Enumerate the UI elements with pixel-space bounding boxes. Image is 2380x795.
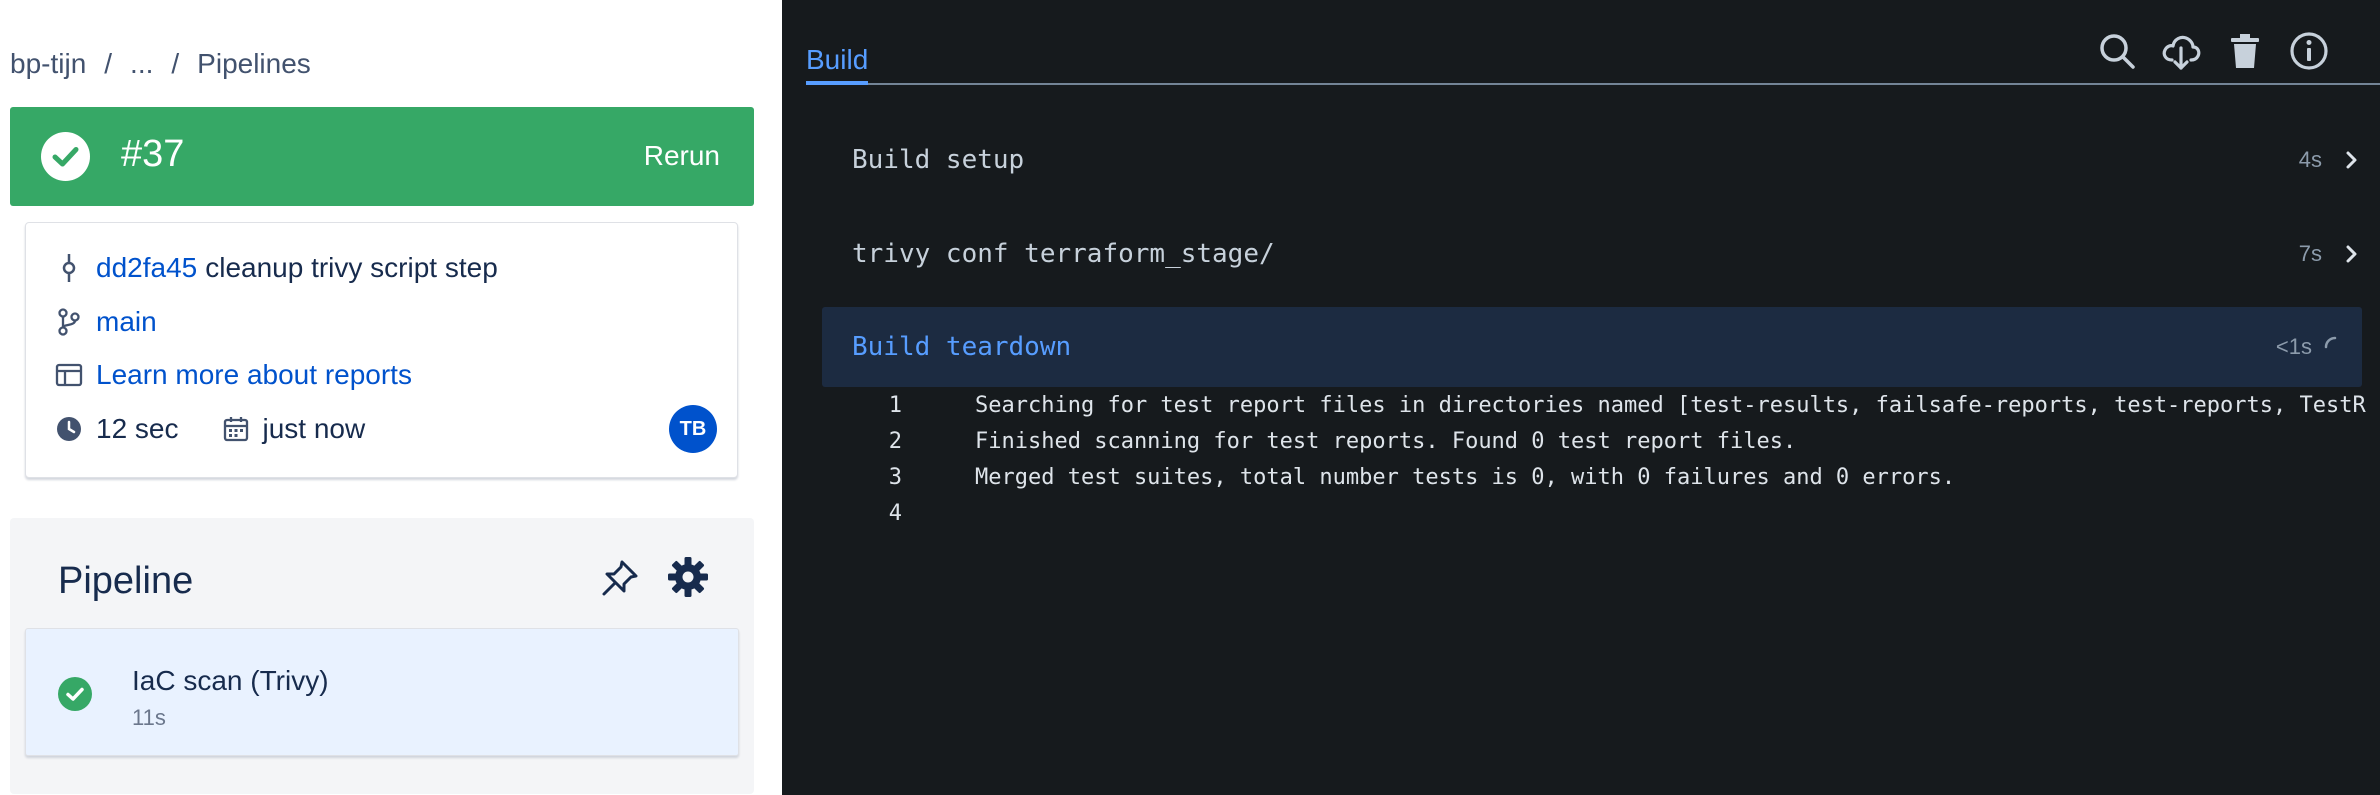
pipeline-step-card[interactable]: IaC scan (Trivy) 11s [25,628,739,756]
section-title: Build setup [852,145,1025,175]
learn-more-reports-link[interactable]: Learn more about reports [96,359,412,391]
run-number: #37 [121,133,185,175]
tab-build[interactable]: Build [806,44,868,76]
tab-active-indicator [806,81,868,85]
search-icon[interactable] [2096,30,2138,72]
step-duration: 11s [132,705,166,730]
commit-message: cleanup trivy script step [205,252,498,283]
pipeline-panel: Pipeline IaC scan (Trivy) 11s [10,518,754,794]
commit-row: dd2fa45 cleanup trivy script step [52,251,498,285]
breadcrumb-separator: / [104,48,113,79]
line-number: 1 [888,393,902,418]
breadcrumb: bp-tijn / ... / Pipelines [10,48,311,80]
time-ago: just now [219,412,366,446]
log-line: 1 Searching for test report files in dir… [822,393,2366,429]
branch-row: main [52,305,157,339]
section-title: trivy conf terraform_stage/ [852,239,1275,269]
log-line: 4 [822,501,902,537]
commit-icon [52,251,86,285]
success-check-icon [41,132,90,181]
run-meta-row: 12 sec just now [52,412,405,446]
calendar-icon [219,412,253,446]
spinner-icon [2322,334,2348,360]
section-duration: 4s [2298,147,2322,172]
duration: 12 sec [52,412,179,446]
trash-icon[interactable] [2224,30,2266,72]
duration-value: 12 sec [96,413,179,444]
section-duration: 7s [2298,241,2322,266]
chevron-right-icon [2340,243,2362,265]
pin-icon[interactable] [598,556,642,600]
line-text: Merged test suites, total number tests i… [975,465,1956,490]
breadcrumb-item-pipelines[interactable]: Pipelines [197,48,311,80]
branch-icon [52,305,86,339]
clock-icon [52,412,86,446]
build-log-panel: Build Build setup 4s trivy conf terrafor… [782,0,2380,795]
reports-row: Learn more about reports [52,358,412,392]
time-ago-value: just now [262,413,366,444]
branch-link[interactable]: main [96,306,157,338]
step-name: IaC scan (Trivy) [132,665,329,696]
commit-hash-link[interactable]: dd2fa45 [96,252,197,284]
line-text: Finished scanning for test reports. Foun… [975,429,1797,454]
run-info-card: dd2fa45 cleanup trivy script step main L… [25,222,738,478]
log-section-build-teardown[interactable]: Build teardown <1s [822,307,2362,387]
chevron-right-icon [2340,149,2362,171]
line-text: Searching for test report files in direc… [975,393,2366,418]
reports-icon [52,358,86,392]
line-number: 3 [888,465,902,490]
gear-icon[interactable] [665,554,711,600]
section-duration: <1s [2275,334,2312,359]
run-status-banner: #37 Rerun [10,107,754,206]
user-avatar[interactable]: TB [669,405,717,453]
log-line: 3 Merged test suites, total number tests… [822,465,1955,501]
line-number: 4 [888,501,902,526]
download-cloud-icon[interactable] [2160,30,2202,72]
breadcrumb-separator: / [171,48,180,79]
log-section-build-setup[interactable]: Build setup 4s [822,120,2362,200]
info-icon[interactable] [2288,30,2330,72]
success-check-icon [58,677,92,711]
tab-divider [806,83,2380,85]
rerun-button[interactable]: Rerun [626,129,738,183]
log-line: 2 Finished scanning for test reports. Fo… [822,429,1796,465]
pipeline-run-sidebar: bp-tijn / ... / Pipelines #37 Rerun dd2f… [0,0,782,795]
line-number: 2 [888,429,902,454]
breadcrumb-item-repo[interactable]: bp-tijn [10,48,86,80]
log-section-trivy-conf[interactable]: trivy conf terraform_stage/ 7s [822,214,2362,294]
breadcrumb-item-ellipsis[interactable]: ... [130,48,153,80]
section-title: Build teardown [852,332,1072,362]
pipeline-title: Pipeline [58,560,194,602]
